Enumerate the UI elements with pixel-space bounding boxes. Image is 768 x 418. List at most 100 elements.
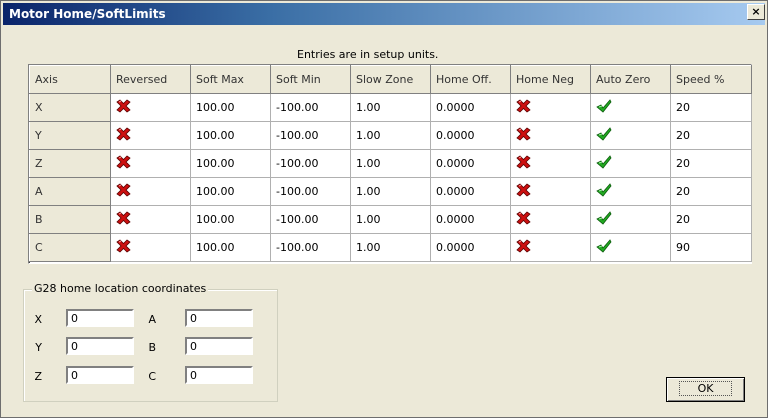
cell-soft-max[interactable]: 100.00 — [190, 149, 271, 178]
cell-home-off[interactable]: 0.0000 — [430, 149, 511, 178]
coord-x-input[interactable] — [66, 309, 134, 327]
cell-soft-max[interactable]: 100.00 — [190, 121, 271, 150]
column-header-axis[interactable]: Axis — [29, 65, 111, 94]
cell-slow-zone[interactable]: 1.00 — [350, 93, 431, 122]
cell-soft-min[interactable]: -100.00 — [270, 149, 351, 178]
cell-slow-zone[interactable]: 1.00 — [350, 233, 431, 262]
cell-home-neg[interactable] — [510, 233, 591, 262]
cell-auto-zero[interactable] — [590, 233, 671, 262]
row-header-axis[interactable]: C — [29, 233, 111, 262]
cell-home-neg[interactable] — [510, 93, 591, 122]
red-x-icon — [116, 239, 131, 256]
green-check-icon — [596, 211, 612, 228]
column-header-slow-zone[interactable]: Slow Zone — [350, 65, 431, 94]
red-x-icon — [516, 155, 531, 172]
cell-auto-zero[interactable] — [590, 149, 671, 178]
cell-speed[interactable]: 20 — [670, 121, 752, 150]
red-x-icon — [516, 99, 531, 116]
column-header-speed[interactable]: Speed % — [670, 65, 752, 94]
green-check-icon — [596, 155, 612, 172]
table-row: C 100.00 -100.00 1.00 0.0000 90 — [29, 233, 752, 262]
red-x-icon — [516, 239, 531, 256]
column-header-soft-max[interactable]: Soft Max — [190, 65, 271, 94]
cell-speed[interactable]: 20 — [670, 149, 752, 178]
cell-home-off[interactable]: 0.0000 — [430, 177, 511, 206]
cell-slow-zone[interactable]: 1.00 — [350, 205, 431, 234]
column-header-auto-zero[interactable]: Auto Zero — [590, 65, 671, 94]
row-header-axis[interactable]: Z — [29, 149, 111, 178]
cell-soft-min[interactable]: -100.00 — [270, 121, 351, 150]
coord-y-label: Y — [35, 341, 42, 354]
green-check-icon — [596, 183, 612, 200]
cell-slow-zone[interactable]: 1.00 — [350, 177, 431, 206]
cell-reversed[interactable] — [110, 233, 191, 262]
coord-z-input[interactable] — [66, 366, 134, 384]
row-header-axis[interactable]: X — [29, 93, 111, 122]
cell-home-off[interactable]: 0.0000 — [430, 121, 511, 150]
cell-home-neg[interactable] — [510, 121, 591, 150]
cell-home-neg[interactable] — [510, 205, 591, 234]
cell-soft-max[interactable]: 100.00 — [190, 93, 271, 122]
coord-c-input[interactable] — [185, 366, 253, 384]
ok-button[interactable]: OK — [666, 377, 745, 402]
coord-b-label: B — [148, 341, 156, 354]
cell-soft-min[interactable]: -100.00 — [270, 233, 351, 262]
cell-slow-zone[interactable]: 1.00 — [350, 121, 431, 150]
cell-soft-min[interactable]: -100.00 — [270, 93, 351, 122]
cell-auto-zero[interactable] — [590, 177, 671, 206]
column-header-home-off[interactable]: Home Off. — [430, 65, 511, 94]
cell-soft-max[interactable]: 100.00 — [190, 233, 271, 262]
coord-x-label: X — [34, 313, 42, 326]
cell-speed[interactable]: 20 — [670, 177, 752, 206]
coord-a-input[interactable] — [185, 309, 253, 327]
coord-z-label: Z — [34, 370, 42, 383]
coord-c-label: C — [148, 370, 156, 383]
ok-button-label: OK — [678, 381, 733, 396]
coord-b-input[interactable] — [185, 337, 253, 355]
cell-soft-min[interactable]: -100.00 — [270, 205, 351, 234]
cell-soft-min[interactable]: -100.00 — [270, 177, 351, 206]
table-row: A 100.00 -100.00 1.00 0.0000 20 — [29, 177, 752, 206]
green-check-icon — [596, 99, 612, 116]
cell-home-neg[interactable] — [510, 177, 591, 206]
cell-home-off[interactable]: 0.0000 — [430, 205, 511, 234]
cell-speed[interactable]: 20 — [670, 93, 752, 122]
cell-soft-max[interactable]: 100.00 — [190, 177, 271, 206]
units-note: Entries are in setup units. — [297, 48, 439, 61]
cell-slow-zone[interactable]: 1.00 — [350, 149, 431, 178]
table-row: Z 100.00 -100.00 1.00 0.0000 20 — [29, 149, 752, 178]
coord-y-input[interactable] — [66, 337, 134, 355]
column-header-reversed[interactable]: Reversed — [110, 65, 191, 94]
table-row: Y 100.00 -100.00 1.00 0.0000 20 — [29, 121, 752, 150]
cell-auto-zero[interactable] — [590, 205, 671, 234]
cell-soft-max[interactable]: 100.00 — [190, 205, 271, 234]
cell-home-off[interactable]: 0.0000 — [430, 233, 511, 262]
red-x-icon — [516, 211, 531, 228]
cell-speed[interactable]: 90 — [670, 233, 752, 262]
column-header-home-neg[interactable]: Home Neg — [510, 65, 591, 94]
row-header-axis[interactable]: A — [29, 177, 111, 206]
cell-home-neg[interactable] — [510, 149, 591, 178]
row-header-axis[interactable]: B — [29, 205, 111, 234]
cell-reversed[interactable] — [110, 121, 191, 150]
red-x-icon — [516, 127, 531, 144]
green-check-icon — [596, 127, 612, 144]
cell-reversed[interactable] — [110, 149, 191, 178]
column-header-soft-min[interactable]: Soft Min — [270, 65, 351, 94]
g28-home-coordinates-group: G28 home location coordinates X Y Z A B … — [23, 282, 278, 402]
cell-reversed[interactable] — [110, 205, 191, 234]
red-x-icon — [116, 211, 131, 228]
title-bar[interactable]: Motor Home/SoftLimits — [3, 3, 765, 25]
cell-home-off[interactable]: 0.0000 — [430, 93, 511, 122]
cell-auto-zero[interactable] — [590, 121, 671, 150]
cell-reversed[interactable] — [110, 177, 191, 206]
window-title: Motor Home/SoftLimits — [9, 7, 166, 21]
red-x-icon — [116, 99, 131, 116]
row-header-axis[interactable]: Y — [29, 121, 111, 150]
close-button[interactable]: × — [747, 4, 765, 20]
softlimits-grid: Axis Reversed Soft Max Soft Min Slow Zone Hom… — [28, 64, 752, 264]
red-x-icon — [116, 183, 131, 200]
cell-reversed[interactable] — [110, 93, 191, 122]
cell-speed[interactable]: 20 — [670, 205, 752, 234]
cell-auto-zero[interactable] — [590, 93, 671, 122]
